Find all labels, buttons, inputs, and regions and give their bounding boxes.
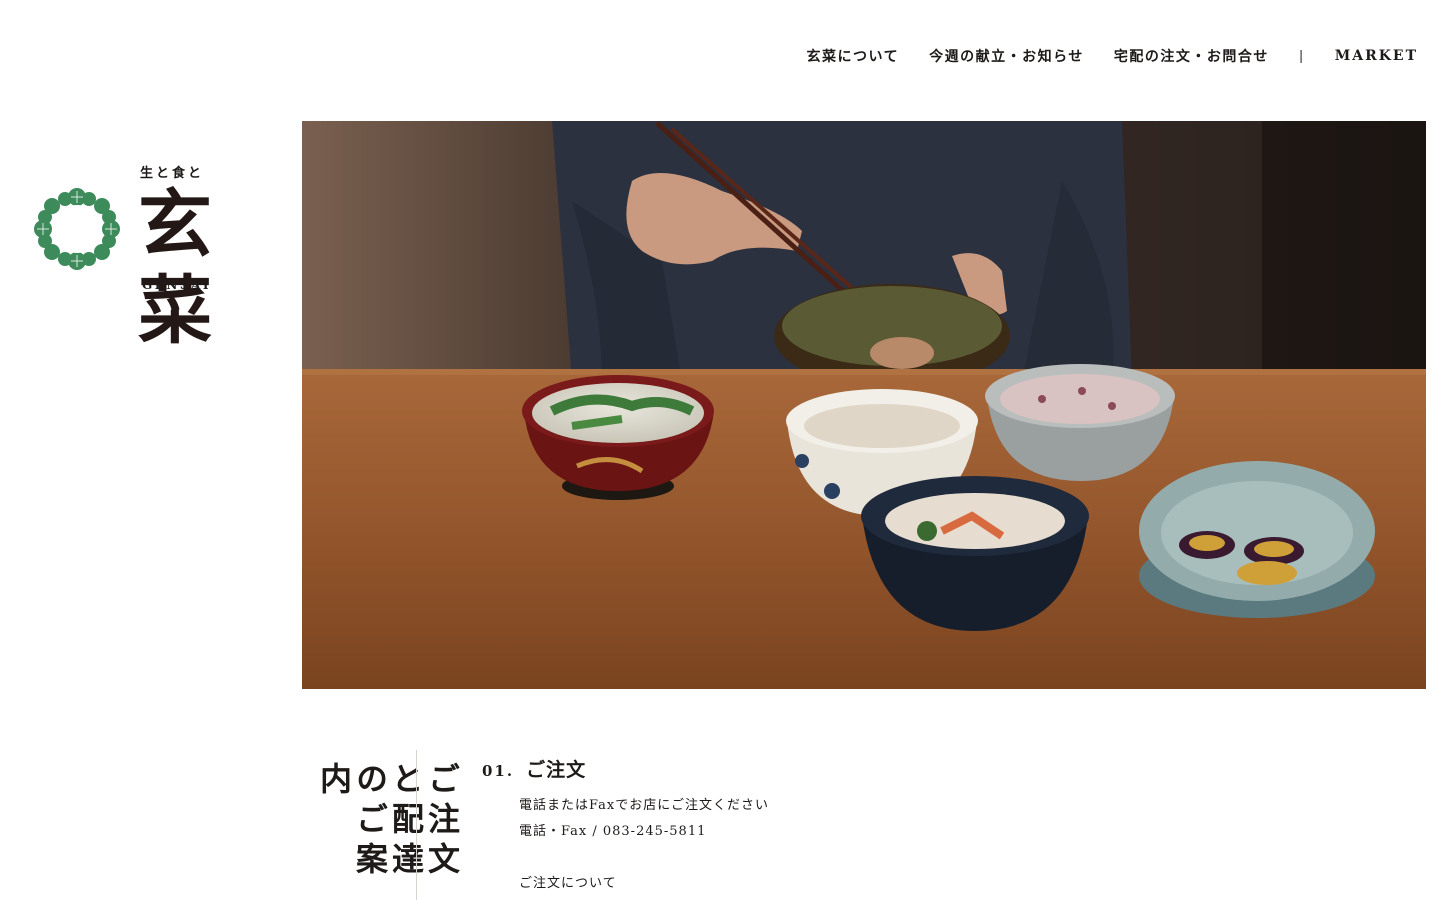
nav-menu-news[interactable]: 今週の献立・お知らせ <box>929 46 1084 66</box>
logo-wordmark: 玄菜 <box>138 182 220 354</box>
nav-separator: | <box>1298 48 1305 64</box>
order-title: ご注文 <box>526 759 587 781</box>
order-phone[interactable]: 電話・Fax / 083-245-5811 <box>519 820 706 839</box>
order-heading: 01. ご注文 <box>482 755 586 782</box>
section-divider <box>416 750 417 900</box>
meal-photo-illustration <box>302 121 1426 689</box>
order-about-link[interactable]: ご注文について <box>519 872 617 891</box>
main-nav: 玄菜について 今週の献立・お知らせ 宅配の注文・お問合せ | MARKET <box>777 46 1418 66</box>
nav-about[interactable]: 玄菜について <box>807 46 900 66</box>
nav-order-contact[interactable]: 宅配の注文・お問合せ <box>1114 46 1269 66</box>
leaf-ring-icon <box>34 188 120 270</box>
order-number: 01. <box>482 762 515 780</box>
nav-market[interactable]: MARKET <box>1335 48 1418 64</box>
order-instruction: 電話またはFaxでお店にご注文ください <box>519 798 769 813</box>
site-logo[interactable]: 生と食と 玄菜 GENSAI <box>34 160 296 354</box>
logo-roman: GENSAI <box>142 278 211 292</box>
logo-tagline: 生と食と <box>140 166 205 181</box>
hero-image <box>302 121 1426 689</box>
page: 玄菜について 今週の献立・お知らせ 宅配の注文・お問合せ | MARKET 生と… <box>0 0 1440 900</box>
section-title: ご注文と配達のご案内 <box>315 762 461 882</box>
